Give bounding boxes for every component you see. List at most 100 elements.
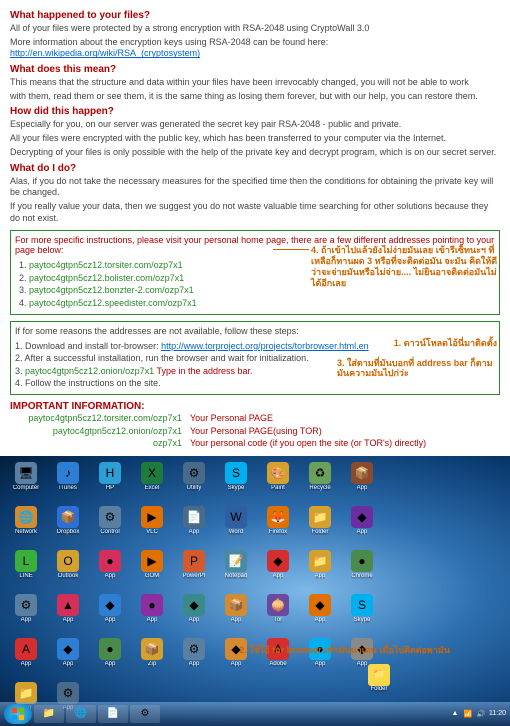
system-tray[interactable]: ▲ 📶 🔊 11:20: [450, 709, 506, 719]
rsa-link[interactable]: http://en.wikipedia.org/wiki/RSA_(crypto…: [10, 48, 200, 58]
desktop[interactable]: 🖥Computer♪iTunesHHPXExcel⚙UtilitySSkype🎨…: [0, 456, 510, 726]
tray-icon-1[interactable]: ▲: [450, 709, 460, 719]
desktop-icon-label: Notepad: [225, 573, 248, 579]
desktop-icon-8[interactable]: 📦App: [342, 462, 382, 504]
desktop-icon-14[interactable]: WWord: [216, 506, 256, 548]
desktop-icon-label: PowerPt: [183, 573, 206, 579]
desktop-icon-label: App: [189, 617, 200, 623]
app-icon: 📄: [183, 506, 205, 528]
info-3-left: ozp7x1: [10, 437, 190, 450]
desktop-icon-29[interactable]: ◆App: [90, 594, 130, 636]
desktop-icon-label: App: [105, 617, 116, 623]
info-1-right: Your Personal PAGE: [190, 412, 273, 425]
desktop-icon-15[interactable]: 🦊Firefox: [258, 506, 298, 548]
desktop-icon-2[interactable]: HHP: [90, 462, 130, 504]
desktop-icon-spare[interactable]: 📁 Folder: [368, 664, 390, 692]
desktop-icon-32[interactable]: 📦App: [216, 594, 256, 636]
desktop-icon-0[interactable]: 🖥Computer: [6, 462, 46, 504]
desktop-icon-30[interactable]: ●App: [132, 594, 172, 636]
app-icon: 📦: [225, 594, 247, 616]
url-item-4[interactable]: paytoc4gtpn5cz12.speedister.com/ozp7x1: [19, 297, 495, 310]
app-icon: P: [183, 550, 205, 572]
desktop-icon-21[interactable]: ▶GOM: [132, 550, 172, 592]
taskbar-clock[interactable]: 11:20: [489, 710, 506, 717]
app-icon: 🖥: [15, 462, 37, 484]
desktop-icon-4[interactable]: ⚙Utility: [174, 462, 214, 504]
app-icon: S: [351, 594, 373, 616]
info-3-right: Your personal code (if you open the site…: [190, 437, 426, 450]
desktop-icon-3[interactable]: XExcel: [132, 462, 172, 504]
desktop-icon-label: Folder: [311, 529, 328, 535]
desktop-icon-28[interactable]: ▲App: [48, 594, 88, 636]
desktop-icon-label: Excel: [145, 485, 160, 491]
desktop-icon-24[interactable]: ◆App: [258, 550, 298, 592]
desktop-icon-38[interactable]: ●App: [90, 638, 130, 680]
text-1a: All of your files were protected by a st…: [10, 23, 500, 35]
desktop-icon-35[interactable]: SSkype: [342, 594, 382, 636]
desktop-icon-18[interactable]: LLINE: [6, 550, 46, 592]
tor-download-link[interactable]: http://www.torproject.org/projects/torbr…: [161, 341, 369, 351]
desktop-icon-39[interactable]: 📦Zip: [132, 638, 172, 680]
desktop-icon-label: App: [357, 529, 368, 535]
heading-1: What happened to your files?: [10, 10, 500, 21]
start-button[interactable]: [4, 704, 32, 724]
taskbar[interactable]: 📁 🌐 📄 ⚙ ▲ 📶 🔊 11:20: [0, 702, 510, 726]
app-icon: ◆: [99, 594, 121, 616]
app-icon: 📁: [15, 682, 37, 704]
desktop-icon-20[interactable]: ●App: [90, 550, 130, 592]
desktop-icon-label: App: [147, 617, 158, 623]
taskbar-item-2[interactable]: 🌐: [66, 705, 96, 723]
annotation-4: 4. ถ้าเข้าไปแล้วยังไม่ง่ายมันเลย เข้ารีเ…: [311, 245, 501, 288]
desktop-icon-27[interactable]: ⚙App: [6, 594, 46, 636]
taskbar-item-1[interactable]: 📁: [34, 705, 64, 723]
text-3c: Decrypting of your files is only possibl…: [10, 147, 500, 159]
desktop-icon-22[interactable]: PPowerPt: [174, 550, 214, 592]
desktop-icon-label: App: [189, 529, 200, 535]
desktop-icon-label: iTunes: [59, 485, 77, 491]
taskbar-item-4[interactable]: ⚙: [130, 705, 160, 723]
desktop-icon-label: VLC: [146, 529, 158, 535]
desktop-icon-23[interactable]: 📝Notepad: [216, 550, 256, 592]
desktop-icon-11[interactable]: ⚙Control: [90, 506, 130, 548]
desktop-icon-19[interactable]: OOutlook: [48, 550, 88, 592]
desktop-icon-7[interactable]: ♻Recycle: [300, 462, 340, 504]
desktop-icon-1[interactable]: ♪iTunes: [48, 462, 88, 504]
text-1b-prefix: More information about the encryption ke…: [10, 37, 328, 47]
app-icon: 🧅: [267, 594, 289, 616]
desktop-icon-16[interactable]: 📁Folder: [300, 506, 340, 548]
taskbar-item-3[interactable]: 📄: [98, 705, 128, 723]
desktop-icon-13[interactable]: 📄App: [174, 506, 214, 548]
desktop-icon-37[interactable]: ◆App: [48, 638, 88, 680]
important-title: IMPORTANT INFORMATION:: [10, 401, 500, 412]
app-icon: ●: [99, 638, 121, 660]
app-icon: ⚙: [99, 506, 121, 528]
steps-box: If for some reasons the addresses are no…: [10, 321, 500, 395]
tray-network-icon[interactable]: 📶: [463, 709, 473, 719]
desktop-icon-6[interactable]: 🎨Paint: [258, 462, 298, 504]
desktop-icon-31[interactable]: ◆App: [174, 594, 214, 636]
desktop-icon-25[interactable]: 📁App: [300, 550, 340, 592]
app-icon: ▲: [57, 594, 79, 616]
desktop-icon-label: App: [21, 617, 32, 623]
info-2-right: Your Personal PAGE(using TOR): [190, 425, 322, 438]
tray-volume-icon[interactable]: 🔊: [476, 709, 486, 719]
desktop-icon-label: Computer: [13, 485, 39, 491]
app-icon: 📦: [141, 638, 163, 660]
desktop-icon-9[interactable]: 🌐Network: [6, 506, 46, 548]
app-icon: L: [15, 550, 37, 572]
app-icon: ◆: [57, 638, 79, 660]
desktop-icon-label: Dropbox: [57, 529, 80, 535]
desktop-icon-10[interactable]: 📦Dropbox: [48, 506, 88, 548]
app-icon: ◆: [351, 506, 373, 528]
desktop-icon-36[interactable]: AApp: [6, 638, 46, 680]
desktop-icon-17[interactable]: ◆App: [342, 506, 382, 548]
desktop-icon-5[interactable]: SSkype: [216, 462, 256, 504]
desktop-icon-33[interactable]: 🧅Tor: [258, 594, 298, 636]
desktop-icon-34[interactable]: ◆App: [300, 594, 340, 636]
desktop-icon-label: Utility: [187, 485, 202, 491]
desktop-icon-40[interactable]: ⚙App: [174, 638, 214, 680]
spare-icon-label: Folder: [370, 686, 387, 692]
desktop-icon-12[interactable]: ▶VLC: [132, 506, 172, 548]
desktop-icon-26[interactable]: ●Chrome: [342, 550, 382, 592]
desktop-icon-label: Word: [229, 529, 243, 535]
